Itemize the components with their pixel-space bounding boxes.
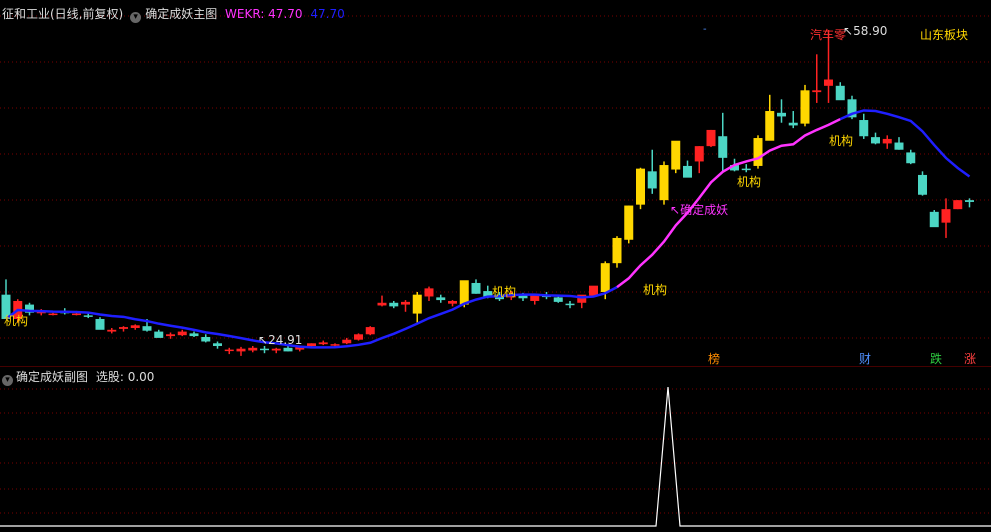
candle-body xyxy=(647,171,657,189)
candle-body xyxy=(894,142,904,150)
sub-header: ▾ 确定成妖副图 选股: 0.00 xyxy=(2,369,155,386)
candle-body xyxy=(107,329,117,332)
candle-body xyxy=(965,200,974,202)
candle-body xyxy=(436,297,446,301)
inst-label: 机构 xyxy=(4,314,29,328)
candle-body xyxy=(835,85,845,101)
candle-body xyxy=(95,318,105,330)
candle-body xyxy=(800,90,810,124)
low-price-label: ↖24.91 xyxy=(258,333,303,347)
chevron-down-icon[interactable]: ▾ xyxy=(130,12,142,23)
candle-body xyxy=(788,122,798,126)
candle-body xyxy=(471,282,481,294)
candle-body xyxy=(177,331,187,336)
candle-body xyxy=(213,343,222,346)
candle-body xyxy=(624,205,634,240)
dash-mark: - xyxy=(703,24,707,35)
candle-body xyxy=(777,112,786,117)
candle-body xyxy=(706,129,716,147)
candle-body xyxy=(871,137,880,144)
candle-body xyxy=(859,120,869,137)
inst-label: 机构 xyxy=(643,283,668,297)
candle-body xyxy=(83,315,93,317)
candle-body xyxy=(412,294,422,314)
sub-value-label: 选股: 0.00 xyxy=(95,370,155,384)
chevron-down-icon[interactable]: ▾ xyxy=(2,375,13,386)
candle-body xyxy=(941,209,951,223)
candle-body xyxy=(659,165,669,201)
candle-body xyxy=(318,342,328,345)
candlestick-series xyxy=(1,30,974,356)
candle-body xyxy=(589,285,598,296)
candle-body xyxy=(448,300,457,304)
candle-body xyxy=(166,334,175,337)
inst-label: 机构 xyxy=(829,134,854,148)
stock-title[interactable]: 征和工业(日线,前复权) xyxy=(2,7,123,21)
candle-body xyxy=(459,280,469,305)
candle-body xyxy=(636,168,645,205)
candle-body xyxy=(377,302,387,306)
sector-label: 汽车零 xyxy=(810,28,847,42)
inst-label: 机构 xyxy=(737,175,762,189)
candle-body xyxy=(119,327,128,329)
candle-body xyxy=(671,140,681,170)
bottom-marker-die: 跌 xyxy=(930,352,943,366)
candle-body xyxy=(236,348,246,352)
candle-body xyxy=(929,211,939,228)
high-price-label: ↖58.90 xyxy=(843,24,888,38)
wekr-label: WEKR: 47.70 xyxy=(225,7,303,21)
candle-body xyxy=(271,348,281,351)
candle-body xyxy=(565,303,575,306)
candle-body xyxy=(906,152,916,164)
candle-body xyxy=(354,334,363,340)
candle-body xyxy=(142,326,152,331)
candle-body xyxy=(401,301,410,305)
candle-body xyxy=(48,313,58,316)
signal-label: ↖确定成妖 xyxy=(670,203,729,217)
candle-body xyxy=(953,200,963,210)
main-chart[interactable] xyxy=(0,0,991,367)
wekr-value2: 47.70 xyxy=(310,7,345,21)
candle-body xyxy=(683,165,692,178)
candle-body xyxy=(224,349,234,352)
candle-body xyxy=(918,174,927,195)
candle-body xyxy=(424,288,434,297)
inst-label: 机构 xyxy=(492,285,517,299)
candle-body xyxy=(612,237,622,264)
sub-grid xyxy=(0,388,991,514)
candle-body xyxy=(307,343,316,346)
candle-body xyxy=(154,331,164,338)
candle-body xyxy=(201,336,211,342)
candle-body xyxy=(600,263,610,292)
sector2-label: 山东板块 xyxy=(920,28,969,42)
bottom-marker-zhang: 涨 xyxy=(964,352,977,366)
candle-body xyxy=(365,327,375,335)
sub-title[interactable]: 确定成妖副图 xyxy=(16,370,88,384)
candle-body xyxy=(882,138,892,144)
candle-body xyxy=(694,146,704,162)
candle-body xyxy=(248,347,258,351)
candle-body xyxy=(260,348,269,351)
candle-body xyxy=(765,111,775,141)
candle-body xyxy=(741,168,751,171)
candle-body xyxy=(130,325,140,328)
candle-body xyxy=(189,333,199,337)
candle-body xyxy=(753,138,763,166)
candle-body xyxy=(389,302,399,307)
select-signal-line xyxy=(0,386,991,527)
indicator-name[interactable]: 确定成妖主图 xyxy=(145,7,217,21)
candle-body xyxy=(72,313,81,316)
sub-chart[interactable] xyxy=(0,367,991,532)
bottom-marker-cai: 财 xyxy=(859,352,872,366)
candle-body xyxy=(330,344,340,346)
candle-body xyxy=(812,90,822,93)
candle-body xyxy=(824,79,833,86)
candle-body xyxy=(342,339,352,344)
main-header: 征和工业(日线,前复权) ▾ 确定成妖主图 WEKR: 47.70 47.70 xyxy=(2,6,349,23)
bottom-marker-bang: 榜 xyxy=(708,352,721,366)
candle-body xyxy=(718,136,728,158)
candle-body xyxy=(283,347,293,352)
candle-body xyxy=(553,297,563,302)
ma-line-magenta xyxy=(616,118,841,289)
